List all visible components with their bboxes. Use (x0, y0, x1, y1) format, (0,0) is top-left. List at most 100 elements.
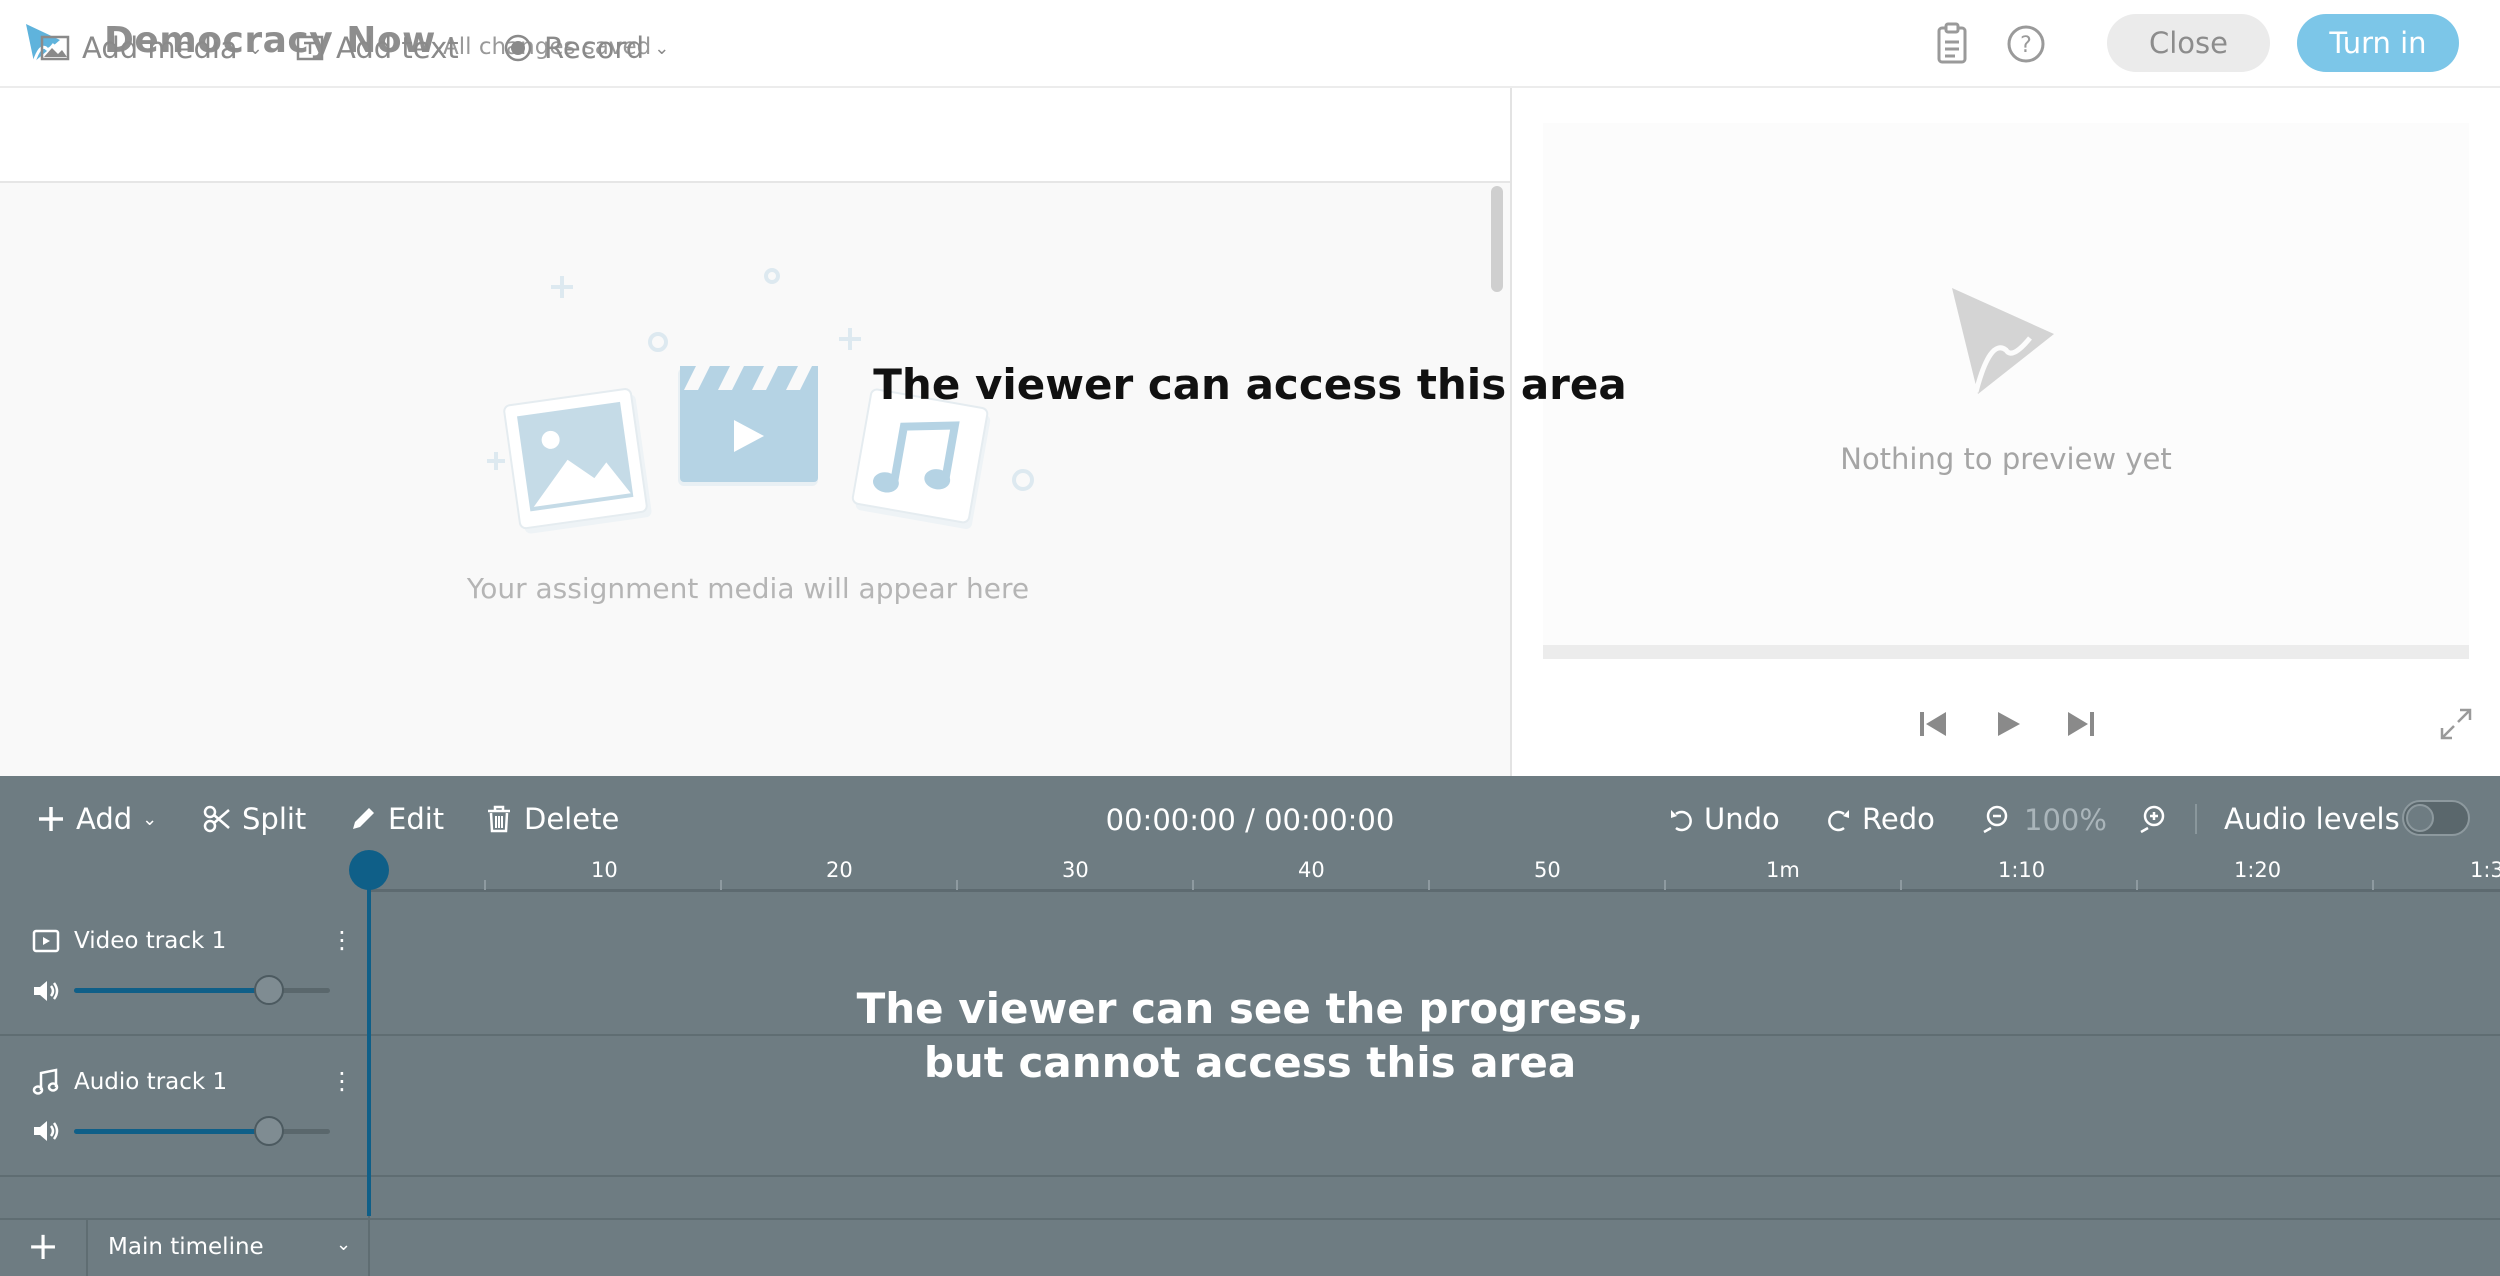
toggle-knob (2406, 804, 2434, 832)
ruler-tick (1664, 880, 1666, 890)
clipboard-icon[interactable] (1932, 22, 1972, 66)
undo-button[interactable]: Undo (1668, 800, 1780, 838)
ruler-tick (2372, 880, 2374, 890)
chevron-down-icon: ⌄ (142, 808, 158, 830)
skip-back-icon[interactable] (1914, 706, 1954, 742)
split-label: Split (242, 802, 307, 836)
volume-slider-handle[interactable] (254, 1116, 284, 1146)
add-text-label: Add text (336, 31, 459, 65)
zoom-out-icon (1983, 805, 2008, 834)
video-track-header: Video track 1 (32, 926, 226, 956)
volume-slider-fill (74, 988, 269, 993)
help-icon[interactable]: ? (2006, 24, 2046, 64)
ruler-tick-label: 20 (826, 858, 853, 882)
video-icon (32, 929, 60, 953)
play-icon[interactable] (1988, 706, 2028, 742)
delete-label: Delete (524, 802, 620, 836)
track-divider (0, 1175, 2500, 1177)
pencil-icon (353, 808, 374, 829)
split-button[interactable]: Split (202, 800, 306, 838)
volume-icon[interactable] (32, 978, 62, 1004)
music-note-icon (32, 1068, 59, 1095)
turn-in-button[interactable]: Turn in (2297, 14, 2459, 72)
logo-icon (1952, 288, 2054, 394)
scissors-icon (203, 805, 230, 833)
record-button[interactable]: Record ⌄ (504, 30, 669, 66)
viewer-progress-label: The viewer can see the progress, but can… (780, 982, 1720, 1090)
trash-icon (488, 805, 510, 833)
svg-text:?: ? (2020, 33, 2032, 58)
volume-icon[interactable] (32, 1118, 62, 1144)
timeline-ruler[interactable] (370, 862, 2500, 892)
viewer-access-label: The viewer can access this area (873, 360, 1627, 409)
redo-button[interactable]: Redo (1826, 800, 1935, 838)
ruler-tick (484, 880, 486, 890)
chevron-down-icon: ⌄ (654, 37, 670, 59)
viewer-progress-line1: The viewer can see the progress, (856, 984, 1644, 1033)
delete-button[interactable]: Delete (484, 800, 619, 838)
volume-slider[interactable] (74, 988, 330, 993)
audio-levels-toggle[interactable] (2402, 800, 2470, 836)
record-label: Record (544, 31, 645, 65)
ruler-tick (956, 880, 958, 890)
ruler-tick (1428, 880, 1430, 890)
video-track-name: Video track 1 (74, 928, 227, 954)
ruler-tick-label: 1:3 (2470, 858, 2500, 882)
zoom-in-icon (2140, 805, 2165, 834)
preview-empty-message: Nothing to preview yet (1840, 442, 2172, 476)
undo-label: Undo (1704, 802, 1780, 836)
skip-forward-icon[interactable] (2060, 706, 2100, 742)
more-options-icon[interactable]: ⋮ (330, 1069, 354, 1093)
media-scrollbar[interactable] (1491, 186, 1503, 292)
more-options-icon[interactable]: ⋮ (330, 928, 354, 952)
plus-icon (39, 807, 63, 831)
text-box-icon (296, 35, 324, 61)
media-toolbar (0, 88, 1510, 183)
add-label: Add (76, 802, 133, 836)
fullscreen-icon[interactable] (2438, 706, 2474, 742)
record-icon (504, 34, 532, 62)
audio-track-header: Audio track 1 (32, 1067, 227, 1097)
viewer-progress-line2: but cannot access this area (923, 1038, 1577, 1087)
zoom-in-button[interactable] (2137, 800, 2177, 838)
ruler-tick (1192, 880, 1194, 890)
toolbar-divider (2195, 804, 2197, 834)
ruler-tick-label: 1m (1766, 858, 1800, 882)
zoom-out-button[interactable] (1980, 800, 2020, 838)
add-media-label: Add media (82, 31, 238, 65)
ruler-tick (1900, 880, 1902, 890)
audio-track-name: Audio track 1 (74, 1069, 228, 1095)
ruler-tick-label: 40 (1298, 858, 1325, 882)
chevron-down-icon: ⌄ (336, 1234, 352, 1255)
close-button[interactable]: Close (2107, 14, 2270, 72)
ruler-tick (720, 880, 722, 890)
playhead-line (367, 870, 371, 1216)
timecode-display: 00:00:00 / 00:00:00 (1105, 803, 1395, 837)
undo-icon (1671, 810, 1692, 832)
ruler-tick-label: 1:10 (1998, 858, 2046, 882)
chevron-down-icon: ⌄ (247, 37, 263, 59)
volume-slider[interactable] (74, 1129, 330, 1134)
add-text-button[interactable]: Add text (296, 30, 459, 66)
playhead-handle[interactable] (349, 850, 389, 890)
add-timeline-button[interactable]: + (0, 1220, 88, 1276)
timeline-selector[interactable]: Main timeline ⌄ (88, 1220, 370, 1276)
redo-icon (1828, 810, 1849, 832)
volume-slider-handle[interactable] (254, 975, 284, 1005)
ruler-tick (2136, 880, 2138, 890)
add-media-button[interactable]: Add media ⌄ (40, 30, 263, 66)
image-icon (40, 35, 70, 61)
timeline-selector-label: Main timeline (108, 1234, 264, 1260)
ruler-tick-label: 30 (1062, 858, 1089, 882)
ruler-tick-label: 10 (591, 858, 618, 882)
ruler-tick-label: 1:20 (2234, 858, 2282, 882)
ruler-tick-label: 50 (1534, 858, 1561, 882)
edit-label: Edit (388, 802, 445, 836)
timeline-bottom-bar (0, 1218, 2500, 1276)
redo-label: Redo (1862, 802, 1935, 836)
preview-progress-bar (1543, 645, 2469, 659)
edit-button[interactable]: Edit (348, 800, 444, 838)
volume-slider-fill (74, 1129, 269, 1134)
audio-levels-label: Audio levels (2224, 802, 2400, 836)
add-button[interactable]: Add ⌄ (36, 800, 157, 838)
